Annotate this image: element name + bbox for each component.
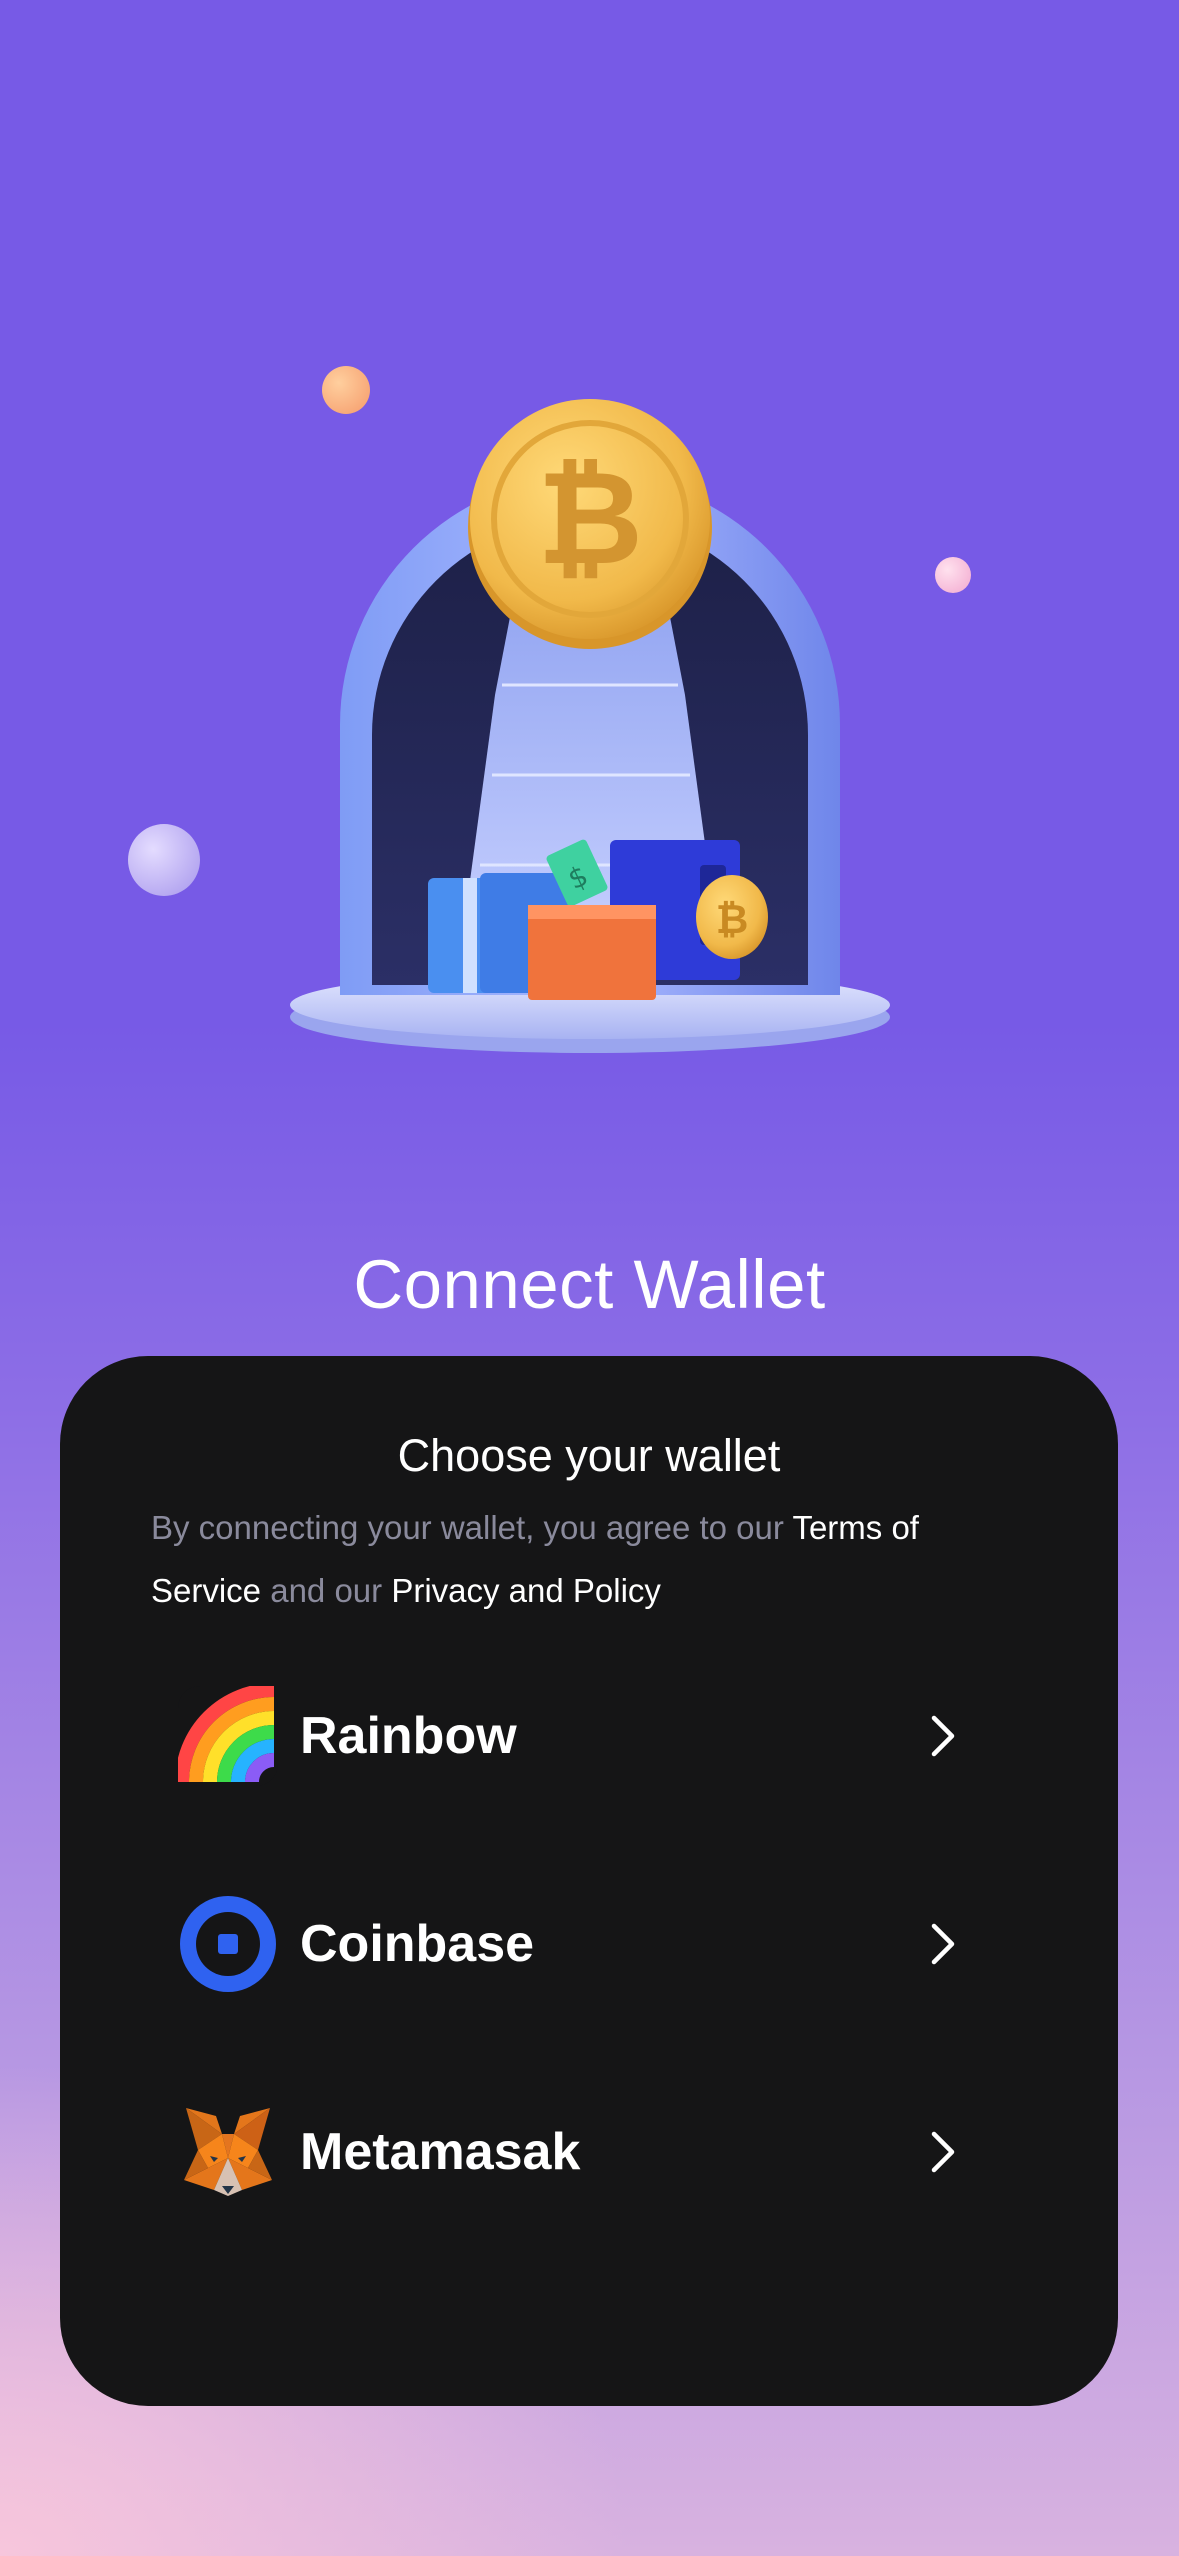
hero-section: ₿ $ ₿	[0, 0, 1179, 1150]
metamask-fox-icon	[178, 2102, 278, 2202]
chevron-right-icon	[931, 1923, 955, 1965]
wallet-option-rainbow[interactable]: Rainbow	[178, 1676, 1058, 1796]
page-title: Connect Wallet	[353, 1246, 826, 1323]
wallet-option-metamask[interactable]: Metamasak	[178, 2092, 1058, 2212]
privacy-policy-link[interactable]: Privacy and Policy	[391, 1572, 661, 1609]
consent-text: By connecting your wallet, you agree to …	[151, 1496, 1031, 1622]
pink-orb-decoration	[935, 557, 971, 593]
consent-middle: and our	[270, 1572, 383, 1609]
lilac-orb-decoration	[128, 824, 200, 896]
sheet-title: Choose your wallet	[397, 1430, 781, 1481]
rainbow-icon	[178, 1686, 278, 1786]
wallet-label-metamask: Metamasak	[300, 2123, 581, 2181]
consent-prefix: By connecting your wallet, you agree to …	[151, 1509, 784, 1546]
coinbase-icon	[178, 1894, 278, 1994]
wallet-label-coinbase: Coinbase	[300, 1915, 535, 1973]
chevron-right-icon	[931, 1715, 955, 1757]
wallet-option-coinbase[interactable]: Coinbase	[178, 1884, 1058, 2004]
wallet-sheet: Choose your wallet By connecting your wa…	[60, 1356, 1118, 2406]
bitcoin-arch-illustration-icon: ₿ $ ₿	[290, 399, 890, 1053]
svg-text:₿: ₿	[716, 897, 749, 943]
chevron-right-icon	[931, 2131, 955, 2173]
svg-text:₿: ₿	[537, 442, 643, 594]
wallet-label-rainbow: Rainbow	[300, 1707, 517, 1765]
